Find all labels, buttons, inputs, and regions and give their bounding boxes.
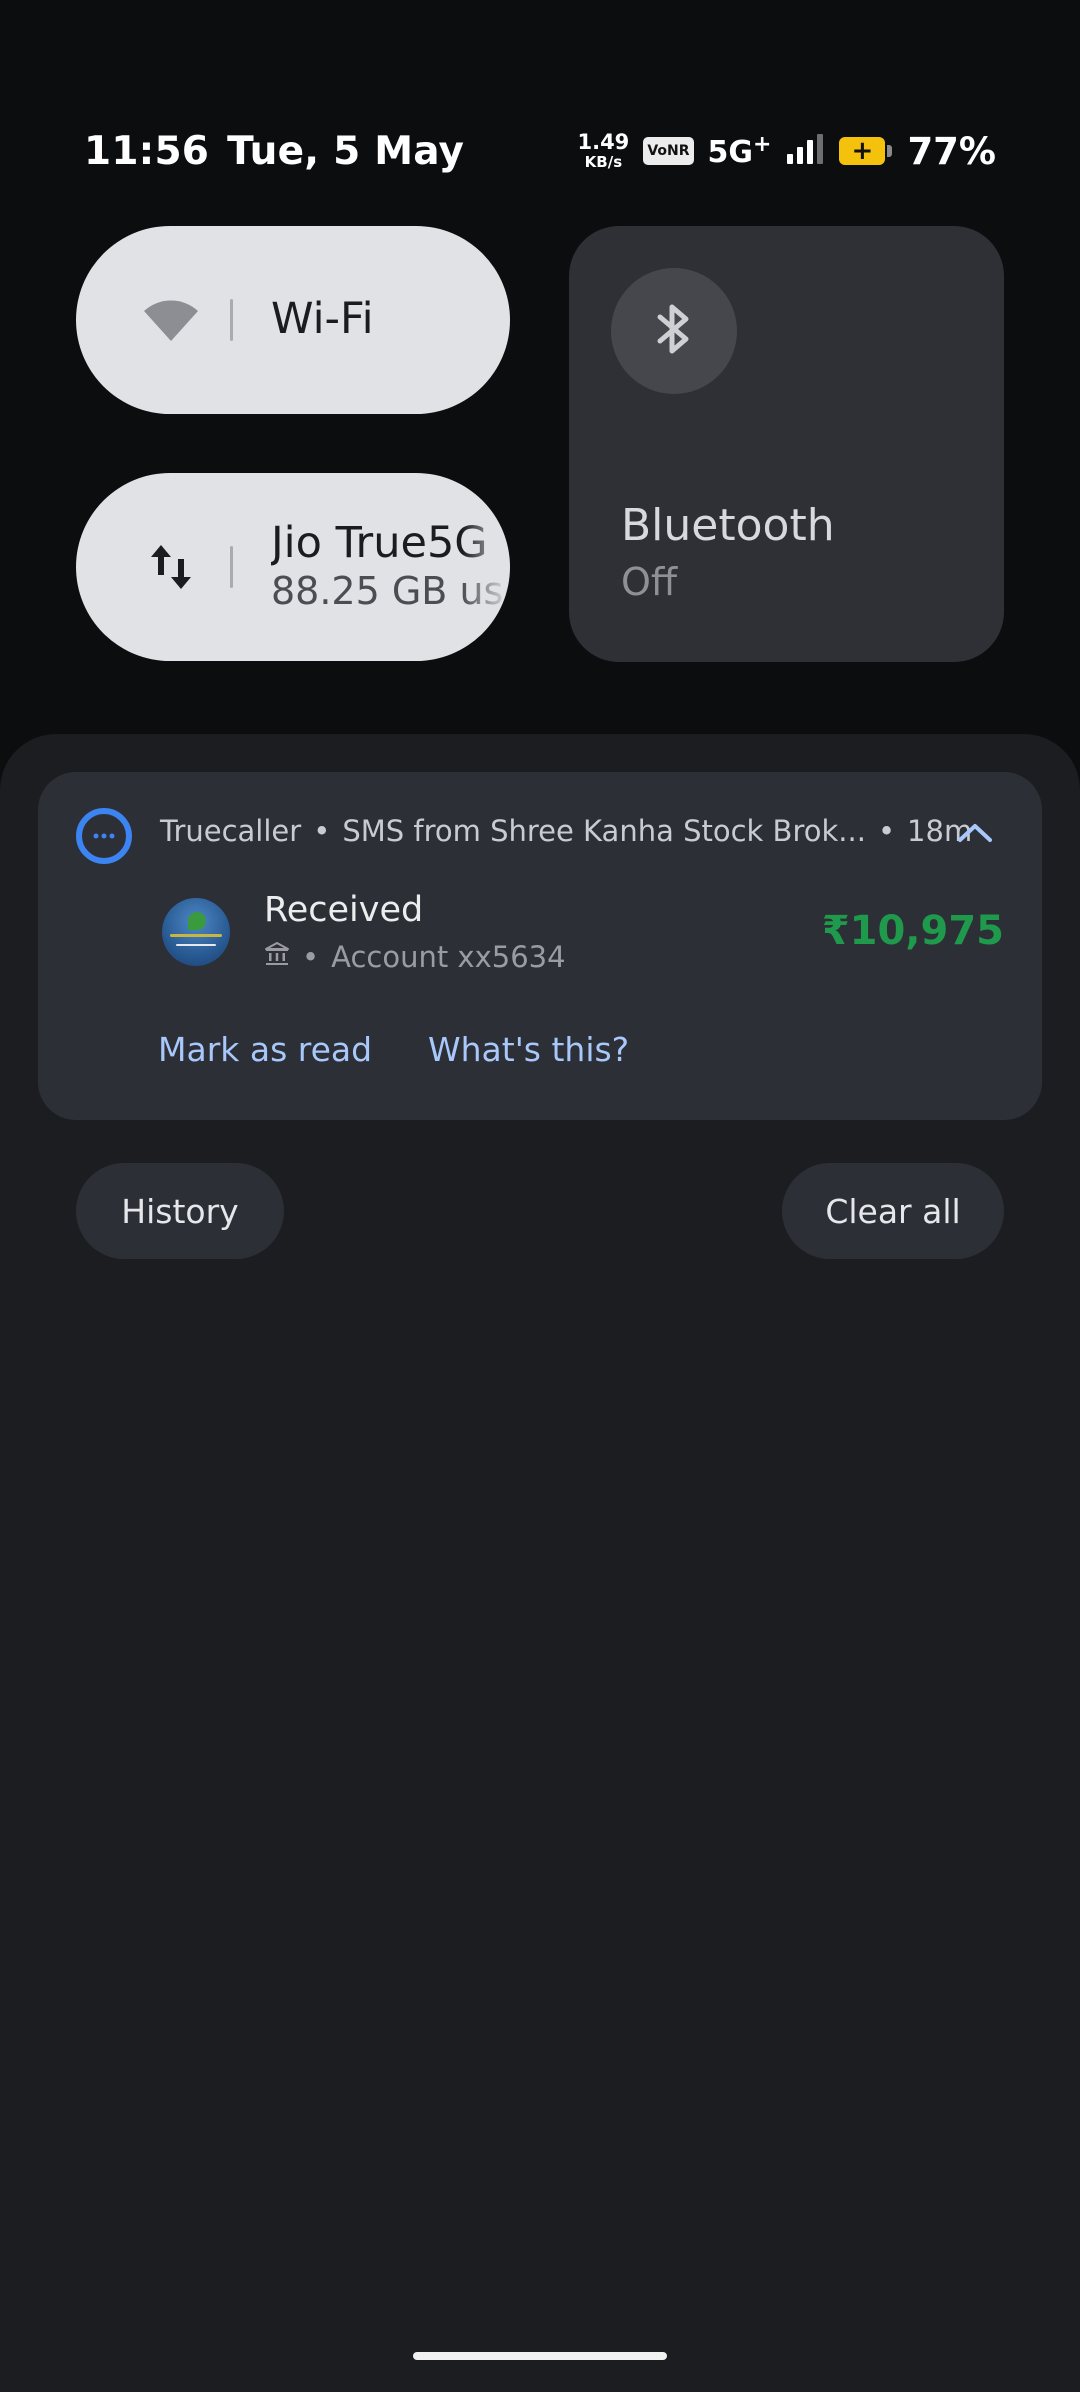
notification-subtitle: • Account xx5634 [264,940,566,974]
notification-account: Account xx5634 [331,940,566,974]
signal-icon [785,134,825,168]
whats-this-button[interactable]: What's this? [428,1030,629,1069]
notification-card[interactable]: Truecaller • SMS from Shree Kanha Stock … [38,772,1042,1120]
mobile-data-tile-usage: 88.25 GB used [271,568,510,613]
truecaller-icon [76,808,132,864]
wifi-tile-labels: Wi-Fi [271,295,510,344]
network-type-label: 5G [707,135,754,170]
avatar-leaf [188,912,206,930]
wifi-tile[interactable]: Wi-Fi [76,226,510,414]
wifi-icon [138,297,204,343]
status-clock-date[interactable]: 11:56 Tue, 5 May [84,129,464,174]
bluetooth-tile-state: Off [621,560,678,604]
collapse-chevron-icon[interactable] [948,810,1002,854]
status-bar: 11:56 Tue, 5 May 1.49 KB/s VoNR 5G+ + 77… [84,120,996,182]
avatar-line [170,934,222,937]
vonr-badge: VoNR [643,137,694,165]
notification-header-separator: • [313,814,331,848]
network-speed: 1.49 KB/s [577,132,629,170]
notification-app-name: Truecaller [160,814,302,848]
battery-percent: 77% [907,129,996,173]
mobile-data-tile-label: Jio True5G [271,519,488,569]
bluetooth-tile[interactable]: Bluetooth Off [569,226,1004,662]
network-speed-value: 1.49 [577,130,630,154]
battery-charge-symbol: + [839,137,886,165]
mobile-data-tile[interactable]: Jio True5G 88.25 GB used [76,473,510,661]
bluetooth-toggle[interactable] [611,268,737,394]
notification-amount: ₹10,975 [821,908,1004,954]
bank-icon [264,940,290,974]
gesture-nav-handle[interactable] [413,2352,667,2360]
network-type-plus: + [753,132,772,157]
network-speed-unit: KB/s [584,153,623,171]
notification-subtitle-separator: • [302,940,320,974]
network-type: 5G+ [708,132,772,170]
status-time: 11:56 [84,128,210,174]
clear-all-button[interactable]: Clear all [782,1163,1004,1259]
notification-title: Received [264,890,424,930]
status-indicators: 1.49 KB/s VoNR 5G+ + 77% [577,130,996,173]
wifi-tile-divider [230,299,233,341]
mobile-data-tile-divider [230,546,233,588]
notification-header: Truecaller • SMS from Shree Kanha Stock … [160,814,972,848]
mobile-data-tile-labels: Jio True5G 88.25 GB used [271,519,510,614]
history-button[interactable]: History [76,1163,284,1259]
status-date: Tue, 5 May [227,128,465,174]
wifi-tile-label: Wi-Fi [271,295,374,345]
battery-cap [887,145,893,157]
sender-avatar [162,898,230,966]
notification-header-separator: • [877,814,896,848]
bluetooth-tile-label: Bluetooth [621,500,835,551]
bluetooth-icon [654,301,694,361]
data-transfer-icon [138,541,204,593]
mark-as-read-button[interactable]: Mark as read [158,1030,372,1069]
notification-source: SMS from Shree Kanha Stock Brok... [342,814,866,848]
avatar-line [176,944,216,946]
battery-icon: + [839,137,893,165]
